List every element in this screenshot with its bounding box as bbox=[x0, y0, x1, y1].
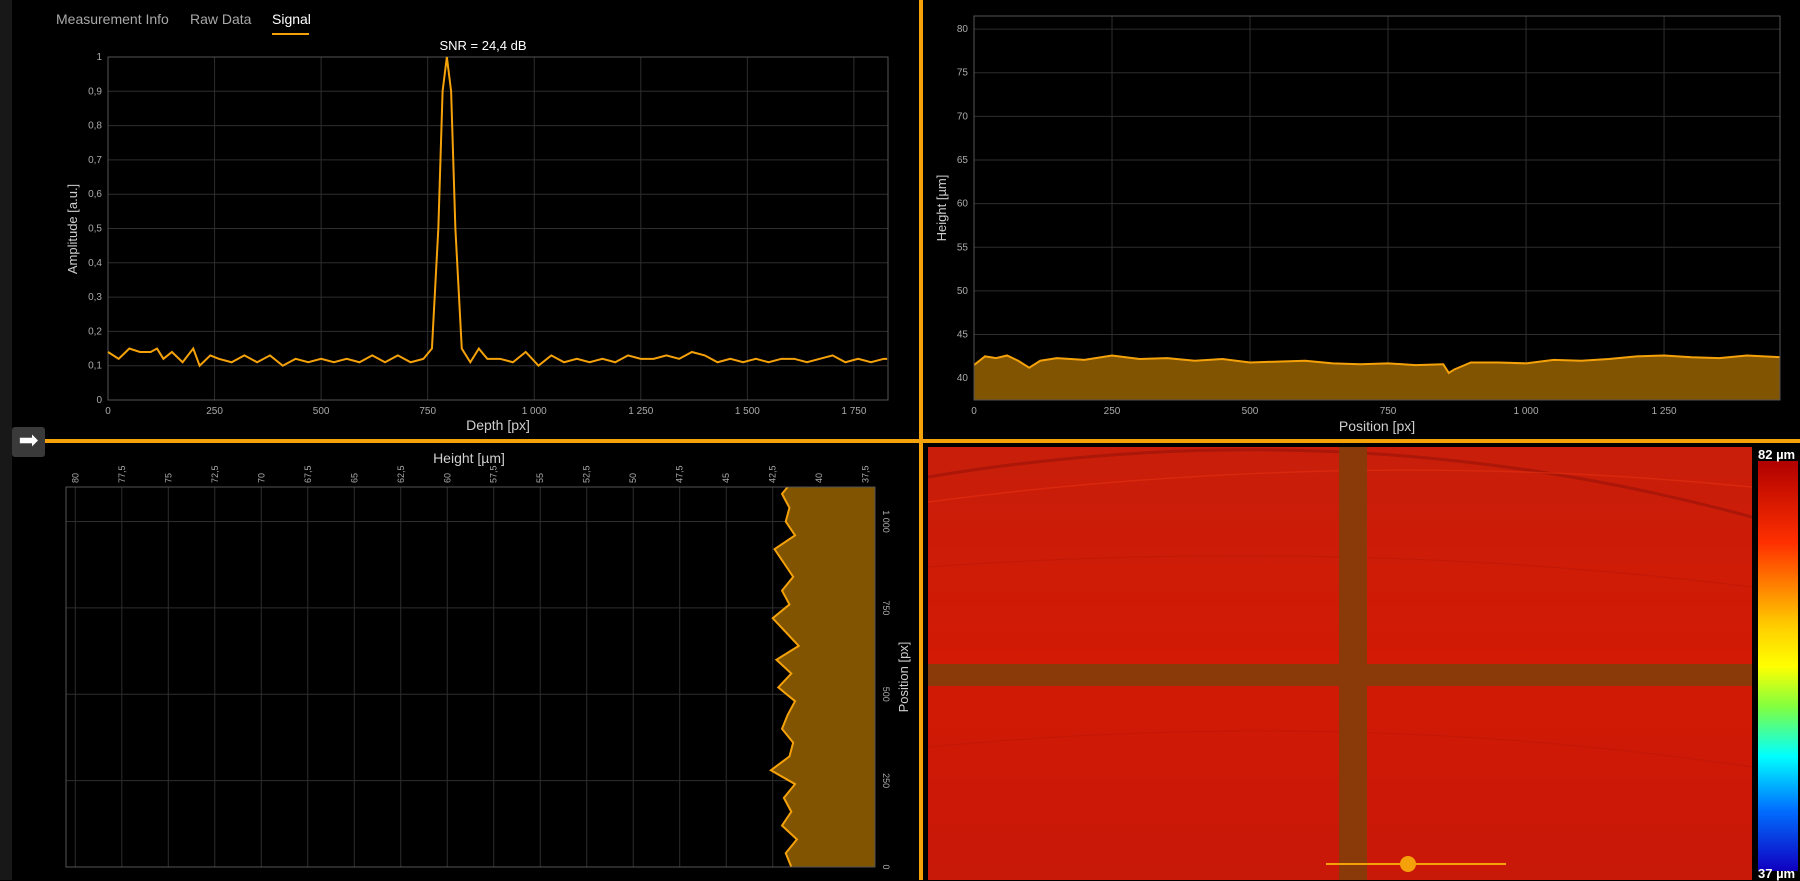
signal-x-tick-label: 1 000 bbox=[522, 406, 547, 417]
vertical-profile-top-tick-label: 37,5 bbox=[861, 465, 871, 483]
vertical-profile-top-tick-label: 47,5 bbox=[675, 465, 685, 483]
arrow-right-icon: ➡ bbox=[18, 427, 39, 454]
vertical-profile-top-tick-label: 62,5 bbox=[396, 465, 406, 483]
height-profile-y-tick-label: 55 bbox=[957, 242, 969, 253]
signal-x-tick-label: 250 bbox=[206, 406, 223, 417]
signal-y-tick-label: 0,4 bbox=[88, 258, 102, 269]
height-profile-x-tick-label: 1 000 bbox=[1514, 406, 1539, 417]
vertical-profile-right-tick-label: 1 000 bbox=[881, 510, 891, 533]
vertical-profile-cursor bbox=[1339, 447, 1367, 880]
signal-y-tick-label: 0,3 bbox=[88, 292, 102, 303]
height-profile-y-axis-label: Height [µm] bbox=[934, 175, 949, 242]
height-profile-y-tick-label: 70 bbox=[957, 111, 969, 122]
tab-signal[interactable]: Signal bbox=[272, 11, 311, 27]
vertical-profile-top-tick-label: 42,5 bbox=[768, 465, 778, 483]
height-profile-area bbox=[974, 355, 1780, 400]
signal-grid bbox=[107, 56, 888, 401]
vertical-profile-frame bbox=[65, 486, 876, 868]
vertical-profile-top-tick-label: 75 bbox=[163, 473, 173, 483]
opacity-slider-handle[interactable] bbox=[1400, 856, 1416, 872]
vertical-profile-area bbox=[770, 487, 875, 867]
signal-x-tick-label: 1 500 bbox=[735, 406, 760, 417]
signal-x-tick-label: 500 bbox=[313, 406, 330, 417]
height-map-image bbox=[928, 447, 1752, 880]
height-profile-x-tick-label: 500 bbox=[1242, 406, 1259, 417]
height-profile-y-tick-label: 60 bbox=[957, 199, 969, 210]
signal-x-tick-label: 1 250 bbox=[628, 406, 653, 417]
horizontal-profile-cursor bbox=[928, 664, 1752, 686]
tab-measurement-info[interactable]: Measurement Info bbox=[56, 11, 169, 27]
vertical-profile-right-tick-label: 0 bbox=[881, 864, 891, 869]
vertical-profile-top-tick-label: 57,5 bbox=[489, 465, 499, 483]
vertical-profile-top-tick-label: 80 bbox=[70, 473, 80, 483]
signal-x-axis-label: Depth [px] bbox=[466, 417, 530, 433]
signal-y-tick-label: 0,8 bbox=[88, 121, 102, 132]
signal-series-line bbox=[107, 56, 888, 368]
height-profile-x-tick-label: 750 bbox=[1380, 406, 1397, 417]
height-profile-frame bbox=[973, 15, 1781, 401]
signal-y-tick-label: 0,1 bbox=[88, 361, 102, 372]
horizontal-splitter[interactable] bbox=[45, 439, 1800, 443]
vertical-profile-top-tick-label: 70 bbox=[256, 473, 266, 483]
signal-y-tick-label: 0 bbox=[96, 395, 102, 406]
vertical-profile-right-tick-label: 500 bbox=[881, 687, 891, 702]
vertical-profile-right-tick-label: 250 bbox=[881, 773, 891, 788]
signal-x-tick-label: 750 bbox=[419, 406, 436, 417]
height-profile-y-tick-label: 50 bbox=[957, 286, 969, 297]
height-profile-y-tick-label: 80 bbox=[957, 24, 969, 35]
colorbar-min-label: 37 µm bbox=[1758, 866, 1796, 881]
vertical-profile-top-tick-label: 55 bbox=[535, 473, 545, 483]
height-profile-x-tick-label: 1 250 bbox=[1652, 406, 1677, 417]
colorbar-max-label: 82 µm bbox=[1758, 447, 1796, 462]
height-profile-chart: 0 250 500 750 1 000 1 250 404550556065707580 … bbox=[934, 15, 1781, 434]
height-profile-y-tick-label: 75 bbox=[957, 68, 969, 79]
signal-y-tick-label: 0,6 bbox=[88, 189, 102, 200]
vertical-profile-top-tick-label: 67,5 bbox=[303, 465, 313, 483]
vertical-profile-right-tick-label: 750 bbox=[881, 600, 891, 615]
signal-x-tick-label: 1 750 bbox=[841, 406, 866, 417]
height-profile-y-tick-label: 65 bbox=[957, 155, 969, 166]
vertical-profile-top-tick-label: 45 bbox=[721, 473, 731, 483]
signal-chart-title: SNR = 24,4 dB bbox=[439, 38, 526, 53]
vertical-profile-chart: 80 77,5 75 72,5 70 67,5 65 62,5 60 57,5 55 52,5 50 47… bbox=[65, 450, 911, 870]
height-profile-y-tick-label: 45 bbox=[957, 330, 969, 341]
vertical-profile-right-axis-label: Position [px] bbox=[896, 642, 911, 713]
vertical-profile-top-tick-label: 72,5 bbox=[210, 465, 220, 483]
vertical-profile-top-tick-label: 65 bbox=[349, 473, 359, 483]
vertical-profile-top-tick-label: 60 bbox=[442, 473, 452, 483]
signal-chart: 0 250 500 750 1 000 1 250 1 500 1 750 0 0,1 0,2 0,… bbox=[65, 38, 889, 433]
signal-x-tick-label: 0 bbox=[105, 406, 111, 417]
signal-y-tick-label: 0,9 bbox=[88, 86, 102, 97]
colorbar bbox=[1758, 461, 1798, 871]
signal-y-axis-label: Amplitude [a.u.] bbox=[65, 184, 80, 274]
vertical-profile-top-axis-label: Height [µm] bbox=[433, 450, 505, 466]
signal-y-tick-label: 0,5 bbox=[88, 224, 102, 235]
height-profile-x-tick-label: 0 bbox=[971, 406, 977, 417]
signal-y-tick-label: 0,7 bbox=[88, 155, 102, 166]
height-profile-y-tick-label: 40 bbox=[957, 373, 969, 384]
height-profile-x-tick-label: 250 bbox=[1104, 406, 1121, 417]
vertical-profile-top-tick-label: 52,5 bbox=[582, 465, 592, 483]
vertical-profile-top-tick-label: 50 bbox=[628, 473, 638, 483]
height-profile-x-axis-label: Position [px] bbox=[1339, 418, 1415, 434]
vertical-profile-top-tick-label: 40 bbox=[814, 473, 824, 483]
signal-y-tick-label: 1 bbox=[96, 52, 102, 63]
signal-y-tick-label: 0,2 bbox=[88, 326, 102, 337]
expand-panel-button[interactable]: ➡ bbox=[12, 427, 45, 457]
left-rail bbox=[0, 0, 12, 880]
tab-raw-data[interactable]: Raw Data bbox=[190, 11, 251, 27]
vertical-profile-top-tick-label: 77,5 bbox=[117, 465, 127, 483]
